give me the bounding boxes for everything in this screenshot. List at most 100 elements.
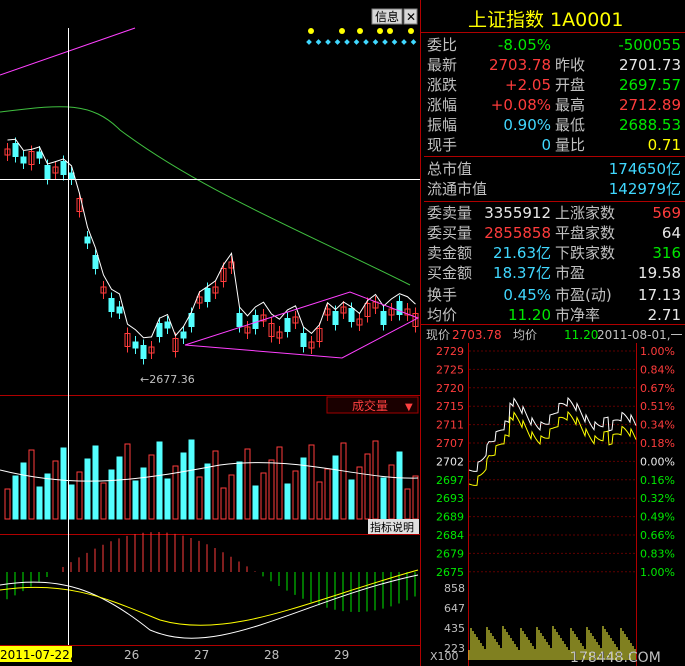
- intraday-price-label: 现价: [426, 328, 450, 342]
- buy-amt-value: 18.37亿: [493, 264, 551, 282]
- volume-bar: [332, 455, 339, 520]
- candle-body: [140, 345, 147, 359]
- volume-bar: [220, 487, 227, 520]
- marker-dot: [377, 28, 383, 34]
- info-button-label: 信息: [375, 9, 399, 24]
- up-count-value: 569: [652, 204, 681, 222]
- volume-bar: [28, 449, 35, 520]
- sell-amt-label: 卖金额: [427, 244, 473, 262]
- pct-tick: 0.51%: [640, 400, 675, 413]
- weibi-label: 委比: [427, 36, 458, 54]
- volume-bar: [324, 468, 331, 520]
- volume-bar: [388, 464, 395, 520]
- marker-dot: [387, 28, 393, 34]
- macd-chart[interactable]: [0, 532, 419, 639]
- marker-diamond: [306, 39, 312, 45]
- row-buy-amt: 买金额 18.37亿 市盈 19.58: [424, 263, 685, 283]
- volume-bar: [76, 471, 83, 520]
- kline-chart[interactable]: [0, 27, 420, 365]
- marker-dot: [308, 28, 314, 34]
- marker-dot: [339, 28, 345, 34]
- turnover-label: 换手: [427, 286, 458, 304]
- price-tick: 2725: [436, 363, 464, 376]
- sell-vol-value: 3355912: [484, 204, 551, 222]
- volume-bar: [12, 475, 19, 520]
- flat-count-label: 平盘家数: [555, 224, 616, 242]
- buy-amt-label: 买金额: [427, 264, 473, 282]
- trend-line: [0, 27, 136, 76]
- row-total-mv: 总市值 174650亿: [424, 159, 685, 179]
- macd-dif: [0, 574, 419, 639]
- candle-body: [68, 172, 75, 180]
- marker-diamond: [372, 39, 379, 45]
- day-label-27: 27: [194, 648, 209, 662]
- down-count-value: 316: [652, 244, 681, 262]
- prev-close-value: 2701.73: [618, 56, 681, 74]
- row-buy-vol: 委买量 2855858 平盘家数 64: [424, 223, 685, 243]
- float-mv-value: 142979亿: [608, 180, 681, 198]
- price-tick: 2693: [436, 492, 464, 505]
- price-tick: 2711: [436, 419, 464, 432]
- pct-tick: 0.16%: [640, 474, 675, 487]
- volume-bar: [284, 483, 291, 520]
- low-value: 2688.53: [618, 116, 681, 134]
- pct-tick: 0.83%: [640, 547, 675, 560]
- total-mv-label: 总市值: [427, 160, 473, 178]
- volume-bar: [244, 448, 251, 520]
- volume-bar: [396, 451, 403, 520]
- avg-label: 均价: [427, 306, 458, 324]
- intraday-price: 2703.78: [452, 328, 502, 342]
- change-pct-value: +0.08%: [490, 96, 551, 114]
- chevron-down-icon: ▼: [405, 402, 413, 413]
- volume-bar: [60, 447, 67, 520]
- current-hand-label: 现手: [427, 136, 458, 154]
- volume-bar: [196, 476, 203, 520]
- intraday-date: 2011-08-01,一: [597, 328, 683, 342]
- price-tick: 2689: [436, 511, 464, 524]
- row-sell-vol: 委卖量 3355912 上涨家数 569: [424, 203, 685, 223]
- intraday-avg: 11.20: [564, 328, 598, 342]
- volume-bar: [212, 450, 219, 520]
- candle-body: [44, 165, 51, 179]
- candle-body: [204, 288, 211, 302]
- volume-bar: [364, 453, 371, 520]
- volume-chart[interactable]: [0, 439, 419, 520]
- current-hand-value: 0: [541, 136, 551, 154]
- pct-tick: 0.84%: [640, 363, 675, 376]
- candle-body: [36, 151, 43, 159]
- volume-bar: [412, 475, 419, 520]
- price-tick: 2720: [436, 382, 464, 395]
- row-weibi: 委比 -8.05% -500055: [424, 35, 685, 55]
- volume-bar: [292, 470, 299, 520]
- volume-ratio-label: 量比: [555, 136, 586, 154]
- pct-tick: 0.18%: [640, 437, 675, 450]
- candle-body: [20, 156, 27, 164]
- volume-bar: [156, 441, 163, 520]
- intraday-chart[interactable]: [468, 350, 637, 660]
- sell-vol-label: 委卖量: [427, 204, 473, 222]
- pct-tick: 0.00%: [640, 455, 675, 468]
- marker-diamond: [401, 39, 407, 45]
- event-markers: [306, 28, 417, 45]
- day-label-28: 28: [264, 648, 279, 662]
- vol-tick: 858: [444, 582, 465, 595]
- pct-tick: 0.49%: [640, 511, 675, 524]
- candle-body: [284, 318, 291, 332]
- flat-count-value: 64: [661, 224, 681, 242]
- intraday-price-line: [468, 396, 637, 472]
- candle-body: [164, 321, 171, 329]
- candle-body: [12, 143, 19, 157]
- marker-diamond: [382, 39, 388, 45]
- macd-dea: [0, 569, 419, 626]
- candle-body: [156, 323, 163, 337]
- price-tick: 2702: [436, 455, 464, 468]
- ma-line-green: [0, 106, 411, 286]
- intraday-axes: 2729 1.00% 2725 0.84% 2720 0.67% 2715 0.51% 2711…: [436, 345, 675, 655]
- volume-bar: [380, 477, 387, 520]
- close-icon: ✕: [406, 10, 416, 24]
- marker-diamond: [334, 39, 341, 45]
- volume-bar: [92, 445, 99, 520]
- volume-bar: [228, 474, 235, 520]
- row-amplitude: 振幅 0.90% 最低 2688.53: [424, 115, 685, 135]
- volume-bar: [124, 443, 131, 520]
